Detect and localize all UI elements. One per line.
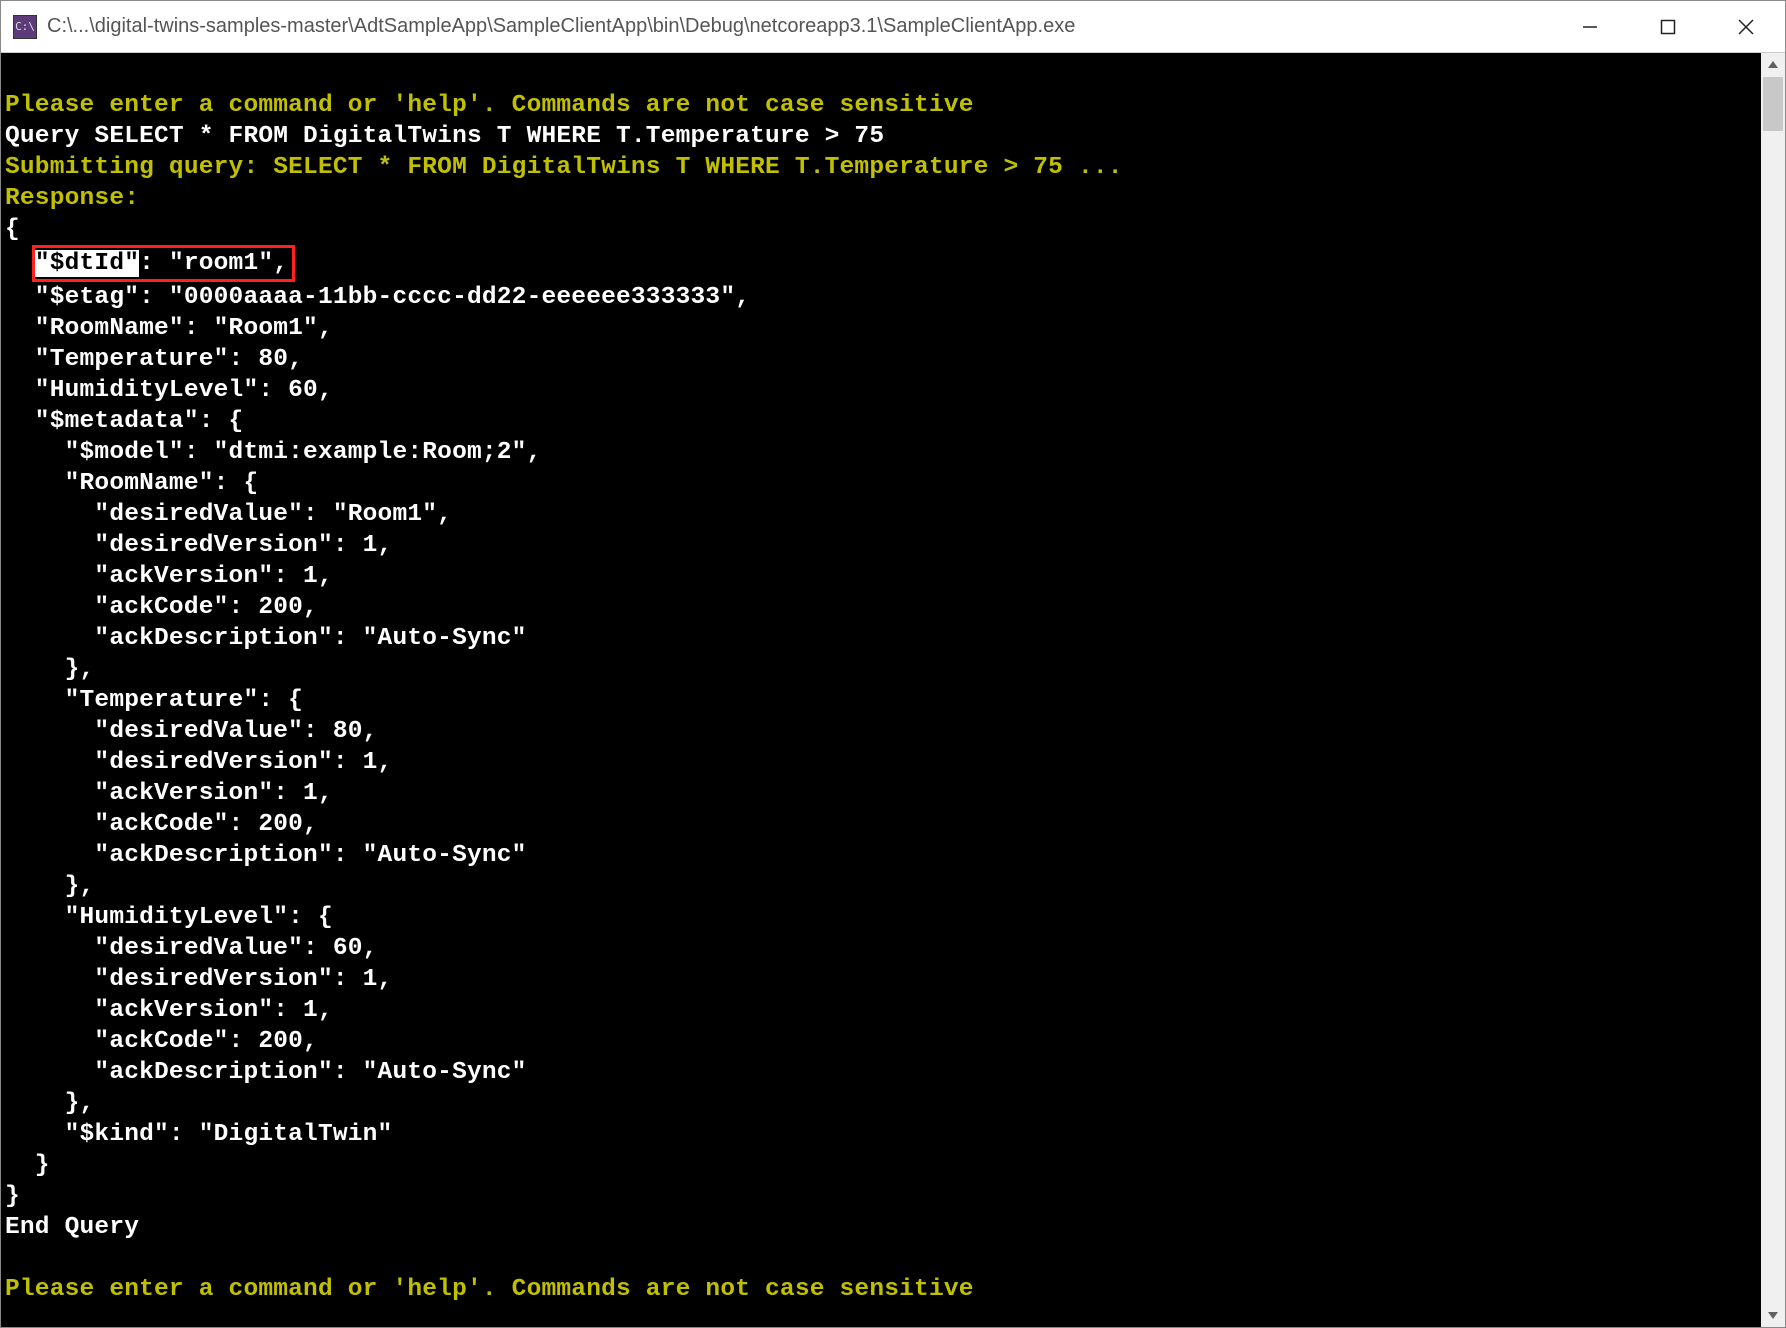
maximize-button[interactable]: [1629, 1, 1707, 52]
json-line: "ackDescription": "Auto-Sync": [5, 625, 527, 652]
scroll-down-button[interactable]: [1761, 1303, 1785, 1327]
json-line: "ackCode": 200,: [5, 594, 318, 621]
json-line: "$etag": "0000aaaa-11bb-cccc-dd22-eeeeee…: [5, 284, 750, 311]
dtid-value: : "room1",: [139, 250, 288, 277]
json-line: "ackVersion": 1,: [5, 997, 333, 1024]
json-line: "ackCode": 200,: [5, 1028, 318, 1055]
json-line: },: [5, 1090, 94, 1117]
json-line: "ackVersion": 1,: [5, 780, 333, 807]
json-line: }: [5, 1152, 50, 1179]
json-line: "desiredValue": 60,: [5, 935, 378, 962]
json-line: "desiredValue": 80,: [5, 718, 378, 745]
chevron-down-icon: [1767, 1309, 1779, 1321]
json-line: },: [5, 873, 94, 900]
chevron-up-icon: [1767, 59, 1779, 71]
json-line: "desiredVersion": 1,: [5, 749, 392, 776]
json-line: "HumidityLevel": {: [5, 904, 333, 931]
json-line: "ackDescription": "Auto-Sync": [5, 842, 527, 869]
console-window: C:\ C:\...\digital-twins-samples-master\…: [0, 0, 1786, 1328]
console-output[interactable]: Please enter a command or 'help'. Comman…: [1, 53, 1761, 1327]
scroll-thumb[interactable]: [1763, 77, 1783, 131]
dtid-key: "$dtId": [35, 250, 139, 277]
json-line: "Temperature": 80,: [5, 346, 303, 373]
prompt-text: Please enter a command or 'help'. Comman…: [5, 1276, 974, 1303]
json-line: "desiredValue": "Room1",: [5, 501, 452, 528]
json-line: "ackCode": 200,: [5, 811, 318, 838]
json-line: "ackVersion": 1,: [5, 563, 333, 590]
maximize-icon: [1660, 19, 1676, 35]
dtid-highlight: "$dtId": "room1",: [32, 245, 295, 282]
json-line: "HumidityLevel": 60,: [5, 377, 333, 404]
scroll-up-button[interactable]: [1761, 53, 1785, 77]
prompt-text: Please enter a command or 'help'. Comman…: [5, 92, 974, 119]
json-line: "$model": "dtmi:example:Room;2",: [5, 439, 542, 466]
query-input-line: Query SELECT * FROM DigitalTwins T WHERE…: [5, 123, 884, 150]
json-line: "RoomName": {: [5, 470, 258, 497]
json-line: },: [5, 656, 94, 683]
json-line: "desiredVersion": 1,: [5, 966, 392, 993]
minimize-button[interactable]: [1551, 1, 1629, 52]
vertical-scrollbar[interactable]: [1761, 53, 1785, 1327]
json-line: {: [5, 216, 20, 243]
json-line: "$kind": "DigitalTwin": [5, 1121, 392, 1148]
close-icon: [1738, 19, 1754, 35]
json-line: "$metadata": {: [5, 408, 243, 435]
response-label: Response:: [5, 185, 139, 212]
window-title: C:\...\digital-twins-samples-master\AdtS…: [47, 15, 1075, 38]
end-query-line: End Query: [5, 1214, 139, 1241]
app-icon: C:\: [13, 15, 37, 39]
json-line: "RoomName": "Room1",: [5, 315, 333, 342]
json-line: "Temperature": {: [5, 687, 303, 714]
client-area: Please enter a command or 'help'. Comman…: [1, 53, 1785, 1327]
json-line-dtid: "$dtId": "room1",: [5, 250, 295, 277]
json-line: "ackDescription": "Auto-Sync": [5, 1059, 527, 1086]
minimize-icon: [1582, 19, 1598, 35]
window-controls: [1551, 1, 1785, 52]
titlebar[interactable]: C:\ C:\...\digital-twins-samples-master\…: [1, 1, 1785, 53]
json-line: }: [5, 1183, 20, 1210]
submitting-line: Submitting query: SELECT * FROM DigitalT…: [5, 154, 1123, 181]
json-line: "desiredVersion": 1,: [5, 532, 392, 559]
close-button[interactable]: [1707, 1, 1785, 52]
